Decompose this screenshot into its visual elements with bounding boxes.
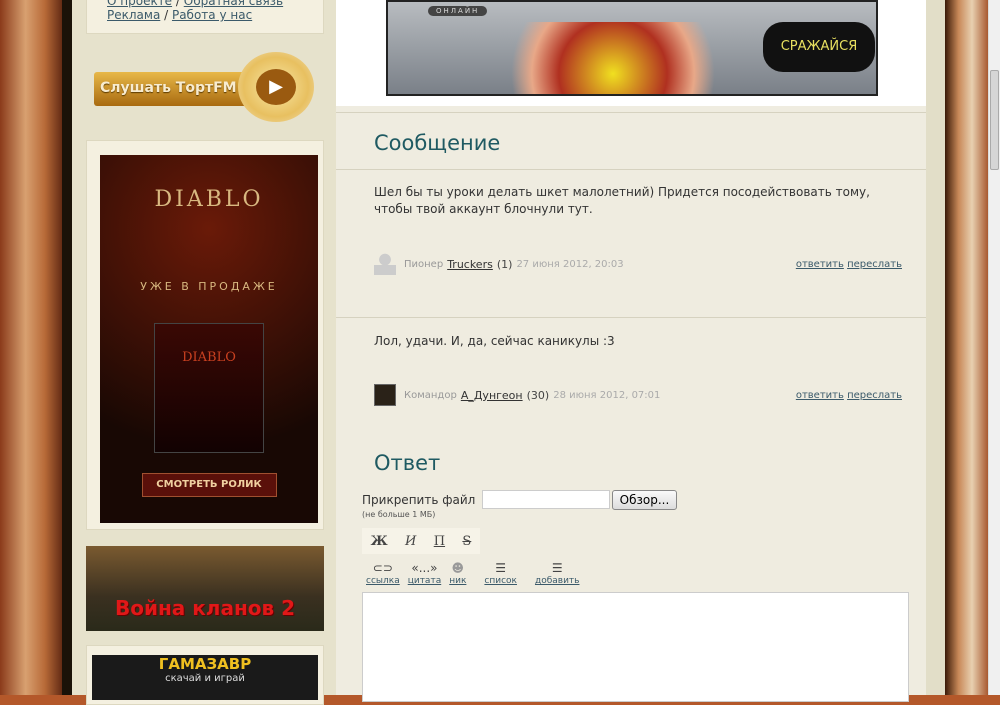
- tool-label: ник: [449, 576, 467, 586]
- message-meta: Пионер Truckers (1) 27 июня 2012, 20:03 …: [374, 252, 902, 276]
- quote-tool[interactable]: «...» цитата: [408, 560, 442, 586]
- tool-label: ссылка: [366, 576, 400, 586]
- banner-subtitle: ОНЛАЙН: [428, 6, 488, 16]
- link-jobs[interactable]: Работа у нас: [172, 8, 252, 22]
- link-ads[interactable]: Реклама: [107, 8, 160, 22]
- nick-tool[interactable]: ☻ ник: [449, 560, 466, 586]
- message-text: Лол, удачи. И, да, сейчас каникулы :3: [374, 334, 615, 348]
- background-right: [945, 0, 990, 695]
- message-meta: Командор А_Дунгеон (30) 28 июня 2012, 07…: [374, 383, 902, 407]
- avatar[interactable]: [374, 384, 396, 406]
- message-date: 28 июня 2012, 07:01: [553, 389, 661, 401]
- game-banner[interactable]: ОНЛАЙН СРАЖАЙСЯ: [386, 0, 878, 96]
- chain-icon: ⊂⊃: [372, 561, 393, 575]
- tool-label: добавить: [534, 576, 580, 586]
- tool-label: список: [484, 576, 517, 586]
- gamazavr-title: ГАМАЗАВР: [158, 655, 252, 673]
- reply-link[interactable]: ответить: [796, 390, 844, 401]
- file-input[interactable]: [482, 490, 610, 509]
- banner-cta: СРАЖАЙСЯ: [763, 22, 875, 72]
- browse-button[interactable]: Обзор...: [612, 490, 677, 510]
- list-tool[interactable]: ☰ список: [484, 560, 517, 586]
- tool-label: цитата: [407, 576, 442, 586]
- list-icon: ☰: [495, 561, 507, 575]
- reply-textarea[interactable]: [362, 592, 909, 702]
- reply-link[interactable]: ответить: [796, 259, 844, 270]
- underline-button[interactable]: П: [434, 534, 445, 549]
- diablo-box-art: DIABLO: [154, 323, 264, 453]
- right-strip: [926, 0, 945, 695]
- user-icon: ☻: [451, 561, 465, 575]
- attach-note: (не больше 1 МБ): [362, 510, 436, 519]
- play-icon: ▶: [256, 69, 296, 105]
- diablo-ad[interactable]: DIABLO УЖЕ В ПРОДАЖЕ DIABLO СМОТРЕТЬ РОЛ…: [100, 155, 318, 523]
- user-rank: Командор: [404, 389, 457, 401]
- strike-button[interactable]: S: [462, 534, 471, 549]
- format-toolbar: Ж И П S: [362, 528, 480, 554]
- insert-toolbar: ⊂⊃ ссылка «...» цитата ☻ ник ☰ список ☰ добав…: [366, 560, 579, 586]
- link-about[interactable]: О проекте: [107, 0, 172, 8]
- link-feedback[interactable]: Обратная связь: [184, 0, 283, 8]
- list-add-icon: ☰: [551, 561, 563, 575]
- bold-button[interactable]: Ж: [371, 534, 388, 549]
- banner-art: [488, 22, 738, 94]
- diablo-logo: DIABLO: [154, 187, 264, 212]
- message-title: Сообщение: [374, 131, 501, 155]
- italic-button[interactable]: И: [405, 534, 416, 549]
- user-count: (30): [526, 388, 550, 402]
- scrollbar-thumb[interactable]: [990, 70, 999, 170]
- background-left: [0, 0, 64, 695]
- gamazavr-subtitle: скачай и играй: [165, 673, 245, 684]
- clan-wars-ad[interactable]: Война кланов 2: [86, 546, 324, 631]
- link-tool[interactable]: ⊂⊃ ссылка: [366, 560, 400, 586]
- diablo-watch-button[interactable]: СМОТРЕТЬ РОЛИК: [141, 473, 277, 497]
- diablo-tagline: УЖЕ В ПРОДАЖЕ: [140, 280, 278, 293]
- add-item-tool[interactable]: ☰ добавить: [535, 560, 580, 586]
- attach-label: Прикрепить файл: [362, 493, 476, 507]
- footer-links: О проекте / Обратная связь Реклама / Раб…: [107, 0, 283, 22]
- reply-title: Ответ: [374, 451, 441, 475]
- forward-link[interactable]: переслать: [847, 390, 902, 401]
- quote-icon: «...»: [411, 561, 438, 575]
- forward-link[interactable]: переслать: [847, 259, 902, 270]
- message-text: Шел бы ты уроки делать шкет малолетний) …: [374, 185, 870, 216]
- user-link[interactable]: Truckers: [447, 258, 493, 271]
- radio-button[interactable]: Слушать ТортFM ▶: [94, 52, 316, 122]
- avatar[interactable]: [374, 253, 396, 275]
- user-rank: Пионер: [404, 258, 444, 270]
- user-count: (1): [496, 257, 513, 271]
- user-link[interactable]: А_Дунгеон: [461, 389, 523, 402]
- page-edge: [62, 0, 72, 695]
- message-date: 27 июня 2012, 20:03: [516, 258, 624, 270]
- gamazavr-ad[interactable]: ГАМАЗАВР скачай и играй: [92, 655, 318, 700]
